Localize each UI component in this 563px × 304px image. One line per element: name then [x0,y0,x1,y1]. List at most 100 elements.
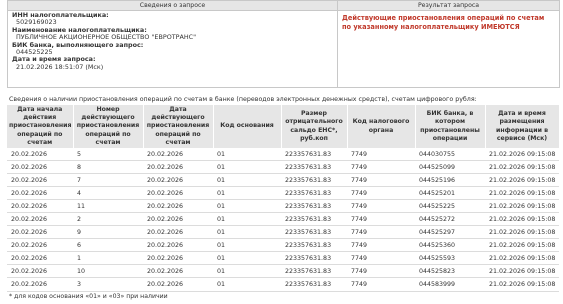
table-cell: 01 [213,199,281,214]
table-cell: 4 [73,186,143,201]
table-cell: 01 [213,225,281,240]
table-cell: 044525201 [415,186,485,201]
table-cell: 044525225 [415,199,485,214]
table-cell: 20.02.2026 [7,186,73,201]
table-body: 20.02.2026 5 20.02.2026 01 223357631.83 7749 0… [7,148,559,292]
table-cell: 21.02.2026 09:15:08 [485,173,559,188]
table-cell: 20.02.2026 [143,148,213,162]
table-cell: 223357631.83 [281,212,347,227]
table-cell: 21.02.2026 09:15:08 [485,251,559,266]
table-row: 20.02.2026 5 20.02.2026 01 223357631.83 7749 0… [7,148,559,162]
table-cell: 1 [73,251,143,266]
table-row: 20.02.2026 3 20.02.2026 01 223357631.83 7749 0… [7,277,559,292]
table-cell: 2 [73,212,143,227]
table-row: 20.02.2026 9 20.02.2026 01 223357631.83 7749 0… [7,225,559,240]
table-cell: 01 [213,173,281,188]
column-header: Дата начала действия приостановления опе… [7,105,74,148]
table-cell: 044583999 [415,277,485,292]
table-cell: 7749 [347,186,415,201]
table-cell: 7749 [347,173,415,188]
table-cell: 20.02.2026 [7,225,73,240]
column-header: Дата действующего приостановления операц… [143,105,214,148]
table-cell: 223357631.83 [281,186,347,201]
table-cell: 7749 [347,264,415,279]
table-cell: 01 [213,212,281,227]
table-cell: 20.02.2026 [143,277,213,292]
datetime-value: 21.02.2026 18:51:07 (Мск) [16,62,104,71]
inn-label: ИНН налогоплательщика: [12,11,109,19]
table-cell: 20.02.2026 [7,277,73,292]
table-cell: 044525099 [415,160,485,175]
column-header: БИК банка, в котором приостановлены опер… [415,105,486,148]
table-cell: 21.02.2026 09:15:08 [485,225,559,240]
table-cell: 01 [213,160,281,175]
suspensions-caption: Сведения о наличии приостановления опера… [9,96,477,103]
table-cell: 01 [213,238,281,253]
table-cell: 7749 [347,225,415,240]
table-cell: 20.02.2026 [143,238,213,253]
footnote: * для кодов основания «01» и «03» при на… [9,293,168,300]
table-cell: 7749 [347,160,415,175]
table-row: 20.02.2026 11 20.02.2026 01 223357631.83 7749… [7,199,559,214]
table-row: 20.02.2026 1 20.02.2026 01 223357631.83 7749 0… [7,251,559,266]
table-row: 20.02.2026 6 20.02.2026 01 223357631.83 7749 0… [7,238,559,253]
table-cell: 21.02.2026 09:15:08 [485,238,559,253]
table-cell: 7749 [347,199,415,214]
result-cell: Действующие приостановления операций по … [337,10,560,88]
bik-label: БИК банка, выполняющего запрос: [12,40,144,49]
request-info-header: Сведения о запросе [7,0,338,11]
table-cell: 223357631.83 [281,264,347,279]
table-cell: 11 [73,199,143,214]
table-cell: 044525360 [415,238,485,253]
table-cell: 20.02.2026 [7,264,73,279]
table-cell: 01 [213,186,281,201]
table-cell: 01 [213,264,281,279]
table-cell: 21.02.2026 09:15:08 [485,186,559,201]
table-cell: 21.02.2026 09:15:08 [485,160,559,175]
table-cell: 223357631.83 [281,199,347,214]
table-cell: 20.02.2026 [143,186,213,201]
table-cell: 20.02.2026 [7,199,73,214]
table-cell: 7749 [347,277,415,292]
column-header: Код налогового органа [347,105,416,148]
table-row: 20.02.2026 4 20.02.2026 01 223357631.83 7749 0… [7,186,559,201]
table-cell: 8 [73,160,143,175]
table-cell: 6 [73,238,143,253]
table-cell: 7749 [347,251,415,266]
request-info-cell: ИНН налогоплательщика: 5029169023 Наимен… [7,10,338,88]
table-cell: 3 [73,277,143,292]
suspensions-table: Дата начала действия приостановления опе… [7,105,560,292]
table-cell: 10 [73,264,143,279]
table-header-row: Дата начала действия приостановления опе… [7,105,560,148]
result-header: Результат запроса [337,0,560,11]
table-cell: 20.02.2026 [143,199,213,214]
table-row: 20.02.2026 10 20.02.2026 01 223357631.83 7749… [7,264,559,279]
table-cell: 20.02.2026 [7,251,73,266]
table-cell: 223357631.83 [281,277,347,292]
table-cell: 7 [73,173,143,188]
column-header: Дата и время размещения информации в сер… [485,105,560,148]
table-cell: 21.02.2026 09:15:08 [485,212,559,227]
table-cell: 21.02.2026 09:15:08 [485,277,559,292]
table-cell: 21.02.2026 09:15:08 [485,148,559,162]
table-cell: 20.02.2026 [7,148,73,162]
table-cell: 223357631.83 [281,251,347,266]
table-cell: 7749 [347,212,415,227]
table-cell: 20.02.2026 [7,238,73,253]
table-cell: 223357631.83 [281,148,347,162]
table-cell: 21.02.2026 09:15:08 [485,199,559,214]
table-cell: 044030755 [415,148,485,162]
table-cell: 9 [73,225,143,240]
table-cell: 5 [73,148,143,162]
table-cell: 21.02.2026 09:15:08 [485,264,559,279]
table-cell: 20.02.2026 [143,212,213,227]
column-header: Номер действующего приостановления опера… [73,105,144,148]
table-cell: 7749 [347,238,415,253]
column-header: Размер отрицательного сальдо ЕНС*, руб.к… [281,105,348,148]
table-cell: 01 [213,251,281,266]
table-cell: 20.02.2026 [143,251,213,266]
table-cell: 20.02.2026 [7,160,73,175]
table-cell: 20.02.2026 [143,264,213,279]
table-cell: 20.02.2026 [7,212,73,227]
column-header: Код основания [213,105,282,148]
